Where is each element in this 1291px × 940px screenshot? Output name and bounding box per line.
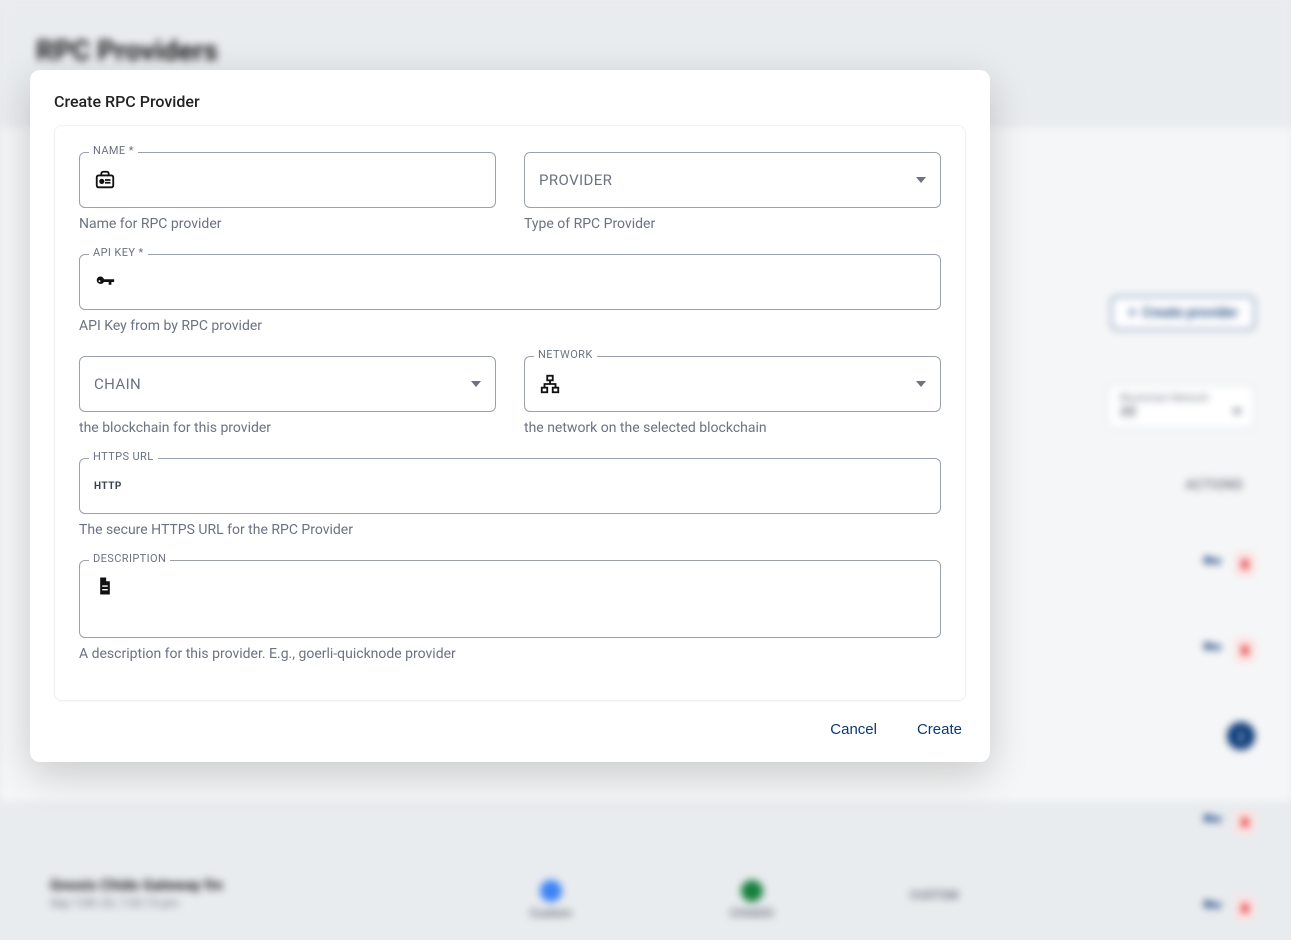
https-input[interactable] [134, 478, 926, 495]
delete-icon[interactable] [1235, 638, 1255, 662]
delete-icon[interactable] [1235, 896, 1255, 920]
form-grid: NAME * Name for RPC provider PROVIDER Ty… [79, 152, 941, 662]
chip-dot [540, 880, 562, 902]
chain-helper: the blockchain for this provider [79, 420, 496, 436]
chevron-down-icon [1232, 409, 1242, 415]
delete-icon[interactable] [1235, 810, 1255, 834]
delete-icon[interactable] [1235, 552, 1255, 576]
https-label: HTTPS URL [89, 450, 158, 463]
https-input-box[interactable]: HTTP [79, 458, 941, 514]
network-label: NETWORK [534, 348, 597, 361]
badge-icon [94, 169, 116, 191]
name-input-box[interactable] [79, 152, 496, 208]
table-row [1015, 876, 1255, 940]
name-field: NAME * Name for RPC provider [79, 152, 496, 232]
chevron-down-icon [471, 381, 481, 387]
network-select[interactable] [524, 356, 941, 412]
provider-field: PROVIDER Type of RPC Provider [524, 152, 941, 232]
chain-placeholder: CHAIN [94, 375, 141, 393]
network-helper: the network on the selected blockchain [524, 420, 941, 436]
description-label: DESCRIPTION [89, 552, 170, 565]
filter-label: Blockchain Network [1120, 393, 1242, 404]
modal-form-card: NAME * Name for RPC provider PROVIDER Ty… [54, 125, 966, 701]
filter-value: All [1120, 404, 1136, 420]
key-icon[interactable] [1201, 637, 1223, 663]
https-field: HTTPS URL HTTP The secure HTTPS URL for … [79, 458, 941, 538]
filter-value-row: All [1120, 404, 1242, 420]
blockchain-network-filter[interactable]: Blockchain Network All [1107, 384, 1255, 429]
chip-dot [741, 880, 763, 902]
apikey-label: API KEY * [89, 246, 148, 259]
cancel-button[interactable]: Cancel [830, 721, 877, 738]
provider-helper: Type of RPC Provider [524, 216, 941, 232]
key-icon[interactable] [1201, 895, 1223, 921]
create-rpc-provider-modal: Create RPC Provider NAME * Name for RPC … [30, 70, 990, 762]
http-icon: HTTP [94, 481, 122, 492]
table-row [1015, 618, 1255, 682]
modal-title: Create RPC Provider [30, 70, 990, 119]
chain-select[interactable]: CHAIN [79, 356, 496, 412]
https-helper: The secure HTTPS URL for the RPC Provide… [79, 522, 941, 538]
provider-placeholder: PROVIDER [539, 171, 612, 189]
apikey-input[interactable] [128, 274, 926, 291]
description-helper: A description for this provider. E.g., g… [79, 646, 941, 662]
chain-field: CHAIN the blockchain for this provider [79, 356, 496, 436]
chevron-down-icon [916, 381, 926, 387]
key-icon[interactable] [1201, 809, 1223, 835]
list-item-subtitle: Sep 12th 23, 7:32:13 pm [50, 896, 223, 910]
name-input[interactable] [128, 172, 481, 189]
chip-label: Custom [530, 906, 572, 920]
list-item[interactable]: Gnosis Chido Gateway fm Sep 12th 23, 7:3… [50, 876, 223, 910]
chevron-down-icon [916, 177, 926, 183]
description-input-box[interactable] [79, 560, 941, 638]
chip-chiado: CHIADO [730, 880, 774, 920]
document-icon [94, 575, 116, 597]
chip-label: CUSTOM [910, 888, 958, 902]
plus-icon: + [1128, 305, 1136, 321]
table-row [1015, 532, 1255, 596]
modal-footer: Cancel Create [30, 701, 990, 762]
table-row [1015, 790, 1255, 854]
chip-custom: Custom [530, 880, 572, 920]
create-provider-button[interactable]: + Create provider [1111, 296, 1255, 330]
create-provider-label: Create provider [1142, 305, 1238, 321]
table-row: i [1015, 704, 1255, 768]
actions-column-header: ACTIONS [1186, 478, 1243, 493]
network-icon [539, 373, 561, 395]
apikey-input-box[interactable] [79, 254, 941, 310]
key-icon [94, 271, 116, 293]
create-button[interactable]: Create [917, 721, 962, 738]
description-input[interactable] [128, 575, 926, 592]
chip-label: CHIADO [730, 906, 774, 920]
name-label: NAME * [89, 144, 138, 157]
page-title: RPC Providers [36, 34, 218, 67]
list-item-title: Gnosis Chido Gateway fm [50, 876, 223, 894]
key-icon[interactable] [1201, 551, 1223, 577]
name-helper: Name for RPC provider [79, 216, 496, 232]
description-field: DESCRIPTION A description for this provi… [79, 560, 941, 662]
info-icon[interactable]: i [1227, 722, 1255, 750]
provider-select[interactable]: PROVIDER [524, 152, 941, 208]
apikey-field: API KEY * API Key from by RPC provider [79, 254, 941, 334]
apikey-helper: API Key from by RPC provider [79, 318, 941, 334]
chip-custom2: CUSTOM [910, 888, 958, 902]
network-field: NETWORK the network on the selected bloc… [524, 356, 941, 436]
